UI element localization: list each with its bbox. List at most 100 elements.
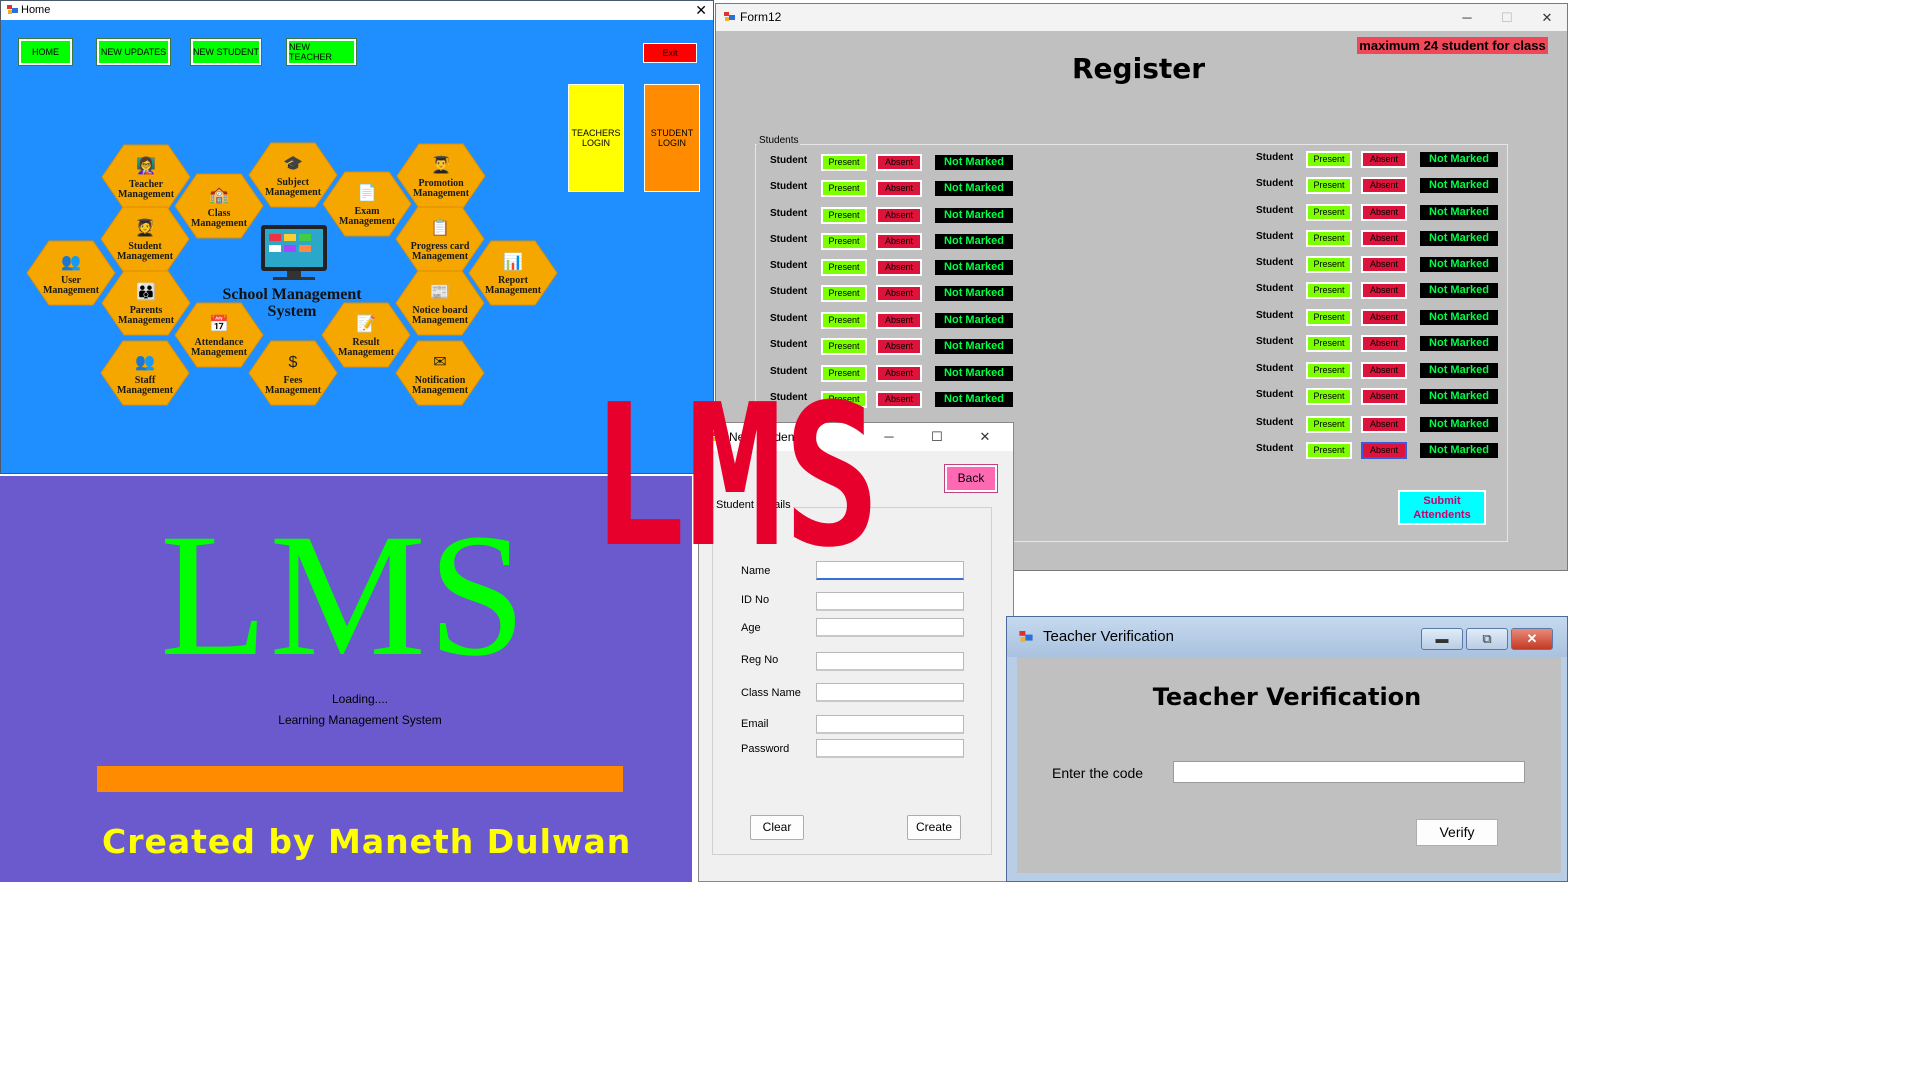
present-button[interactable]: Present <box>821 285 867 302</box>
school-management-title: School Management <box>222 286 362 303</box>
absent-button[interactable]: Absent <box>876 338 922 355</box>
module-hex-10[interactable]: 📰Notice boardManagement <box>395 270 485 336</box>
absent-button[interactable]: Absent <box>1361 256 1407 273</box>
absent-button[interactable]: Absent <box>1361 204 1407 221</box>
module-label-line2: Management <box>339 216 396 227</box>
clear-button[interactable]: Clear <box>750 815 804 840</box>
absent-button[interactable]: Absent <box>1361 416 1407 433</box>
student-row-left-3: Student Present Absent Not Marked <box>770 233 1020 251</box>
reg-no-field[interactable] <box>816 652 964 671</box>
present-button[interactable]: Present <box>821 154 867 171</box>
absent-button[interactable]: Absent <box>1361 177 1407 194</box>
name-field[interactable] <box>816 561 964 580</box>
present-button[interactable]: Present <box>1306 362 1352 379</box>
submit-attendance-button[interactable]: Submit Attendents <box>1398 490 1486 525</box>
absent-button[interactable]: Absent <box>1361 362 1407 379</box>
close-icon[interactable]: ✕ <box>965 423 1005 450</box>
class-name-field[interactable] <box>816 683 964 702</box>
absent-button[interactable]: Absent <box>876 207 922 224</box>
module-label-line2: Management <box>265 385 322 396</box>
splash-logo: LMS <box>160 498 528 693</box>
close-icon[interactable]: ✕ <box>1511 628 1553 650</box>
student-row-right-0: Student Present Absent Not Marked <box>1256 151 1506 169</box>
name-label: Name <box>741 565 771 577</box>
student-row-right-11: Student Present Absent Not Marked <box>1256 442 1506 460</box>
student-label: Student <box>1256 443 1294 454</box>
absent-button[interactable]: Absent <box>1361 388 1407 405</box>
module-icon: 🎓 <box>283 156 303 173</box>
lms-overlay-logo: LMS <box>590 376 880 556</box>
present-button[interactable]: Present <box>821 207 867 224</box>
module-hex-8[interactable]: 📊ReportManagement <box>468 240 558 306</box>
student-label: Student <box>770 208 808 219</box>
present-button[interactable]: Present <box>1306 388 1352 405</box>
email-field[interactable] <box>816 715 964 734</box>
module-hex-9[interactable]: 👪ParentsManagement <box>101 270 191 336</box>
student-label: Student <box>1256 257 1294 268</box>
absent-button[interactable]: Absent <box>876 259 922 276</box>
module-hex-12[interactable]: 📝ResultManagement <box>321 302 411 368</box>
module-hex-1[interactable]: 🏫ClassManagement <box>174 173 264 239</box>
maximize-icon[interactable]: ☐ <box>1487 4 1527 31</box>
present-button[interactable]: Present <box>1306 204 1352 221</box>
present-button[interactable]: Present <box>821 338 867 355</box>
absent-button[interactable]: Absent <box>876 154 922 171</box>
module-hex-11[interactable]: 📅AttendanceManagement <box>174 302 264 368</box>
module-hex-3[interactable]: 📄ExamManagement <box>322 171 412 237</box>
close-icon[interactable]: ✕ <box>1527 4 1567 31</box>
student-label: Student <box>770 286 808 297</box>
minimize-icon[interactable]: ─ <box>1447 4 1487 31</box>
module-label-line2: Management <box>191 218 248 229</box>
absent-button[interactable]: Absent <box>876 285 922 302</box>
student-label: Student <box>1256 363 1294 374</box>
module-hex-15[interactable]: ✉NotificationManagement <box>395 340 485 406</box>
maximize-icon[interactable]: ☐ <box>917 423 957 450</box>
present-button[interactable]: Present <box>1306 442 1352 459</box>
present-button[interactable]: Present <box>1306 256 1352 273</box>
maximize-icon[interactable]: ⧉ <box>1466 628 1508 650</box>
student-row-left-7: Student Present Absent Not Marked <box>770 338 1020 356</box>
present-button[interactable]: Present <box>1306 151 1352 168</box>
present-button[interactable]: Present <box>821 233 867 250</box>
absent-button[interactable]: Absent <box>876 312 922 329</box>
present-button[interactable]: Present <box>1306 177 1352 194</box>
attendance-status: Not Marked <box>1420 257 1498 272</box>
module-hex-6[interactable]: 📋Progress cardManagement <box>395 206 485 272</box>
app-icon <box>1019 631 1033 642</box>
code-input[interactable] <box>1173 761 1525 783</box>
absent-button[interactable]: Absent <box>1361 230 1407 247</box>
absent-button[interactable]: Absent <box>1361 335 1407 352</box>
present-button[interactable]: Present <box>821 312 867 329</box>
module-hex-7[interactable]: 👥UserManagement <box>26 240 116 306</box>
module-hex-4[interactable]: 👨‍🎓PromotionManagement <box>396 143 486 209</box>
present-button[interactable]: Present <box>1306 230 1352 247</box>
present-button[interactable]: Present <box>1306 335 1352 352</box>
absent-button[interactable]: Absent <box>1361 151 1407 168</box>
module-hex-14[interactable]: $FeesManagement <box>248 340 338 406</box>
password-field[interactable] <box>816 739 964 758</box>
present-button[interactable]: Present <box>1306 309 1352 326</box>
loading-text: Loading.... <box>331 692 389 706</box>
module-hex-13[interactable]: 👥StaffManagement <box>100 340 190 406</box>
present-button[interactable]: Present <box>1306 282 1352 299</box>
student-label: Student <box>1256 336 1294 347</box>
absent-button[interactable]: Absent <box>1361 309 1407 326</box>
module-hex-2[interactable]: 🎓SubjectManagement <box>248 142 338 208</box>
absent-button[interactable]: Absent <box>876 233 922 250</box>
id-no-field[interactable] <box>816 592 964 611</box>
students-group-label: Students <box>757 135 801 146</box>
age-field[interactable] <box>816 618 964 637</box>
verify-button[interactable]: Verify <box>1416 819 1498 846</box>
absent-button[interactable]: Absent <box>876 180 922 197</box>
minimize-icon[interactable]: ▬ <box>1421 628 1463 650</box>
present-button[interactable]: Present <box>821 259 867 276</box>
student-label: Student <box>770 155 808 166</box>
module-hex-0[interactable]: 👩‍🏫TeacherManagement <box>101 144 191 210</box>
module-hex-5[interactable]: 🧑‍🎓StudentManagement <box>100 206 190 272</box>
absent-button[interactable]: Absent <box>1361 282 1407 299</box>
back-button[interactable]: Back <box>944 464 998 493</box>
present-button[interactable]: Present <box>821 180 867 197</box>
absent-button[interactable]: Absent <box>1361 442 1407 459</box>
present-button[interactable]: Present <box>1306 416 1352 433</box>
create-button[interactable]: Create <box>907 815 961 840</box>
